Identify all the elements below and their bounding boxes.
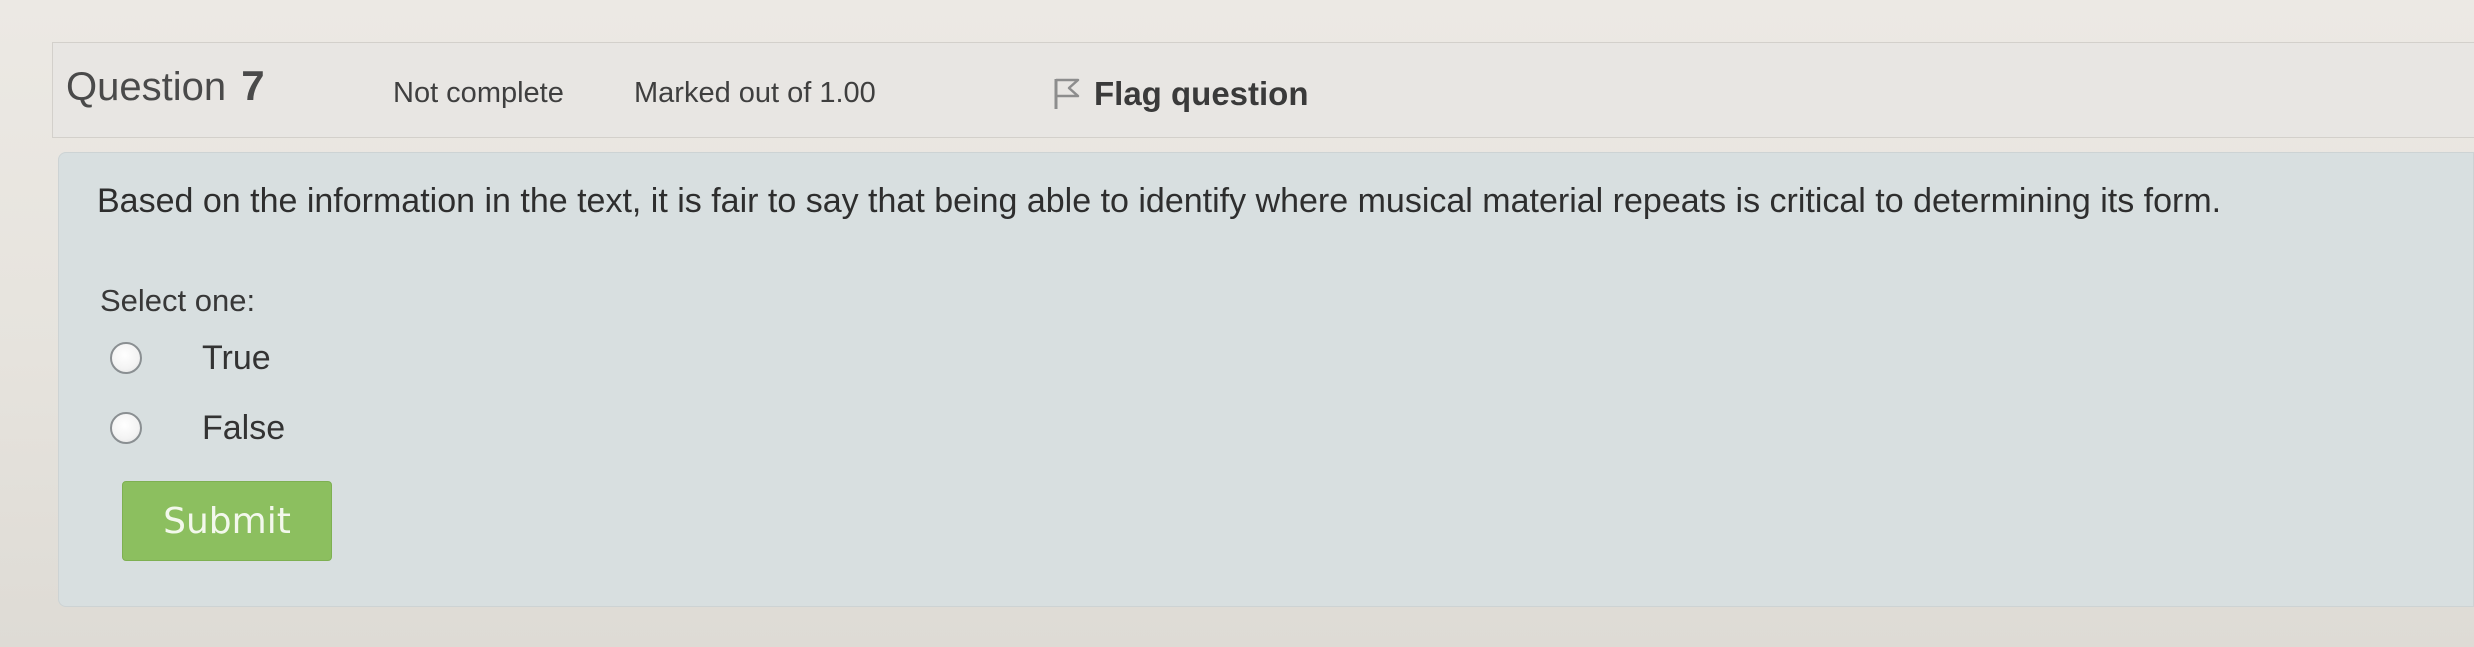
quiz-page: Question 7 Not complete Marked out of 1.… bbox=[0, 0, 2474, 647]
answer-option-true[interactable]: True bbox=[110, 338, 271, 378]
radio-button-false[interactable] bbox=[110, 412, 142, 444]
answer-option-false[interactable]: False bbox=[110, 408, 285, 448]
answer-option-label[interactable]: True bbox=[202, 339, 271, 378]
question-text: Based on the information in the text, it… bbox=[97, 182, 2222, 220]
select-one-prompt: Select one: bbox=[100, 283, 256, 318]
answer-option-label[interactable]: False bbox=[202, 409, 285, 448]
question-state: Not complete bbox=[393, 77, 564, 109]
flag-question-label: Flag question bbox=[1094, 75, 1309, 112]
question-title: Question 7 bbox=[66, 62, 265, 110]
radio-button-true[interactable] bbox=[110, 342, 142, 374]
flag-question-link[interactable]: Flag question bbox=[1052, 74, 1309, 114]
flag-icon bbox=[1052, 77, 1082, 111]
question-label: Question bbox=[66, 65, 227, 109]
question-number: 7 bbox=[241, 62, 265, 109]
submit-button[interactable]: Submit bbox=[122, 481, 332, 561]
question-grade: Marked out of 1.00 bbox=[634, 77, 876, 109]
